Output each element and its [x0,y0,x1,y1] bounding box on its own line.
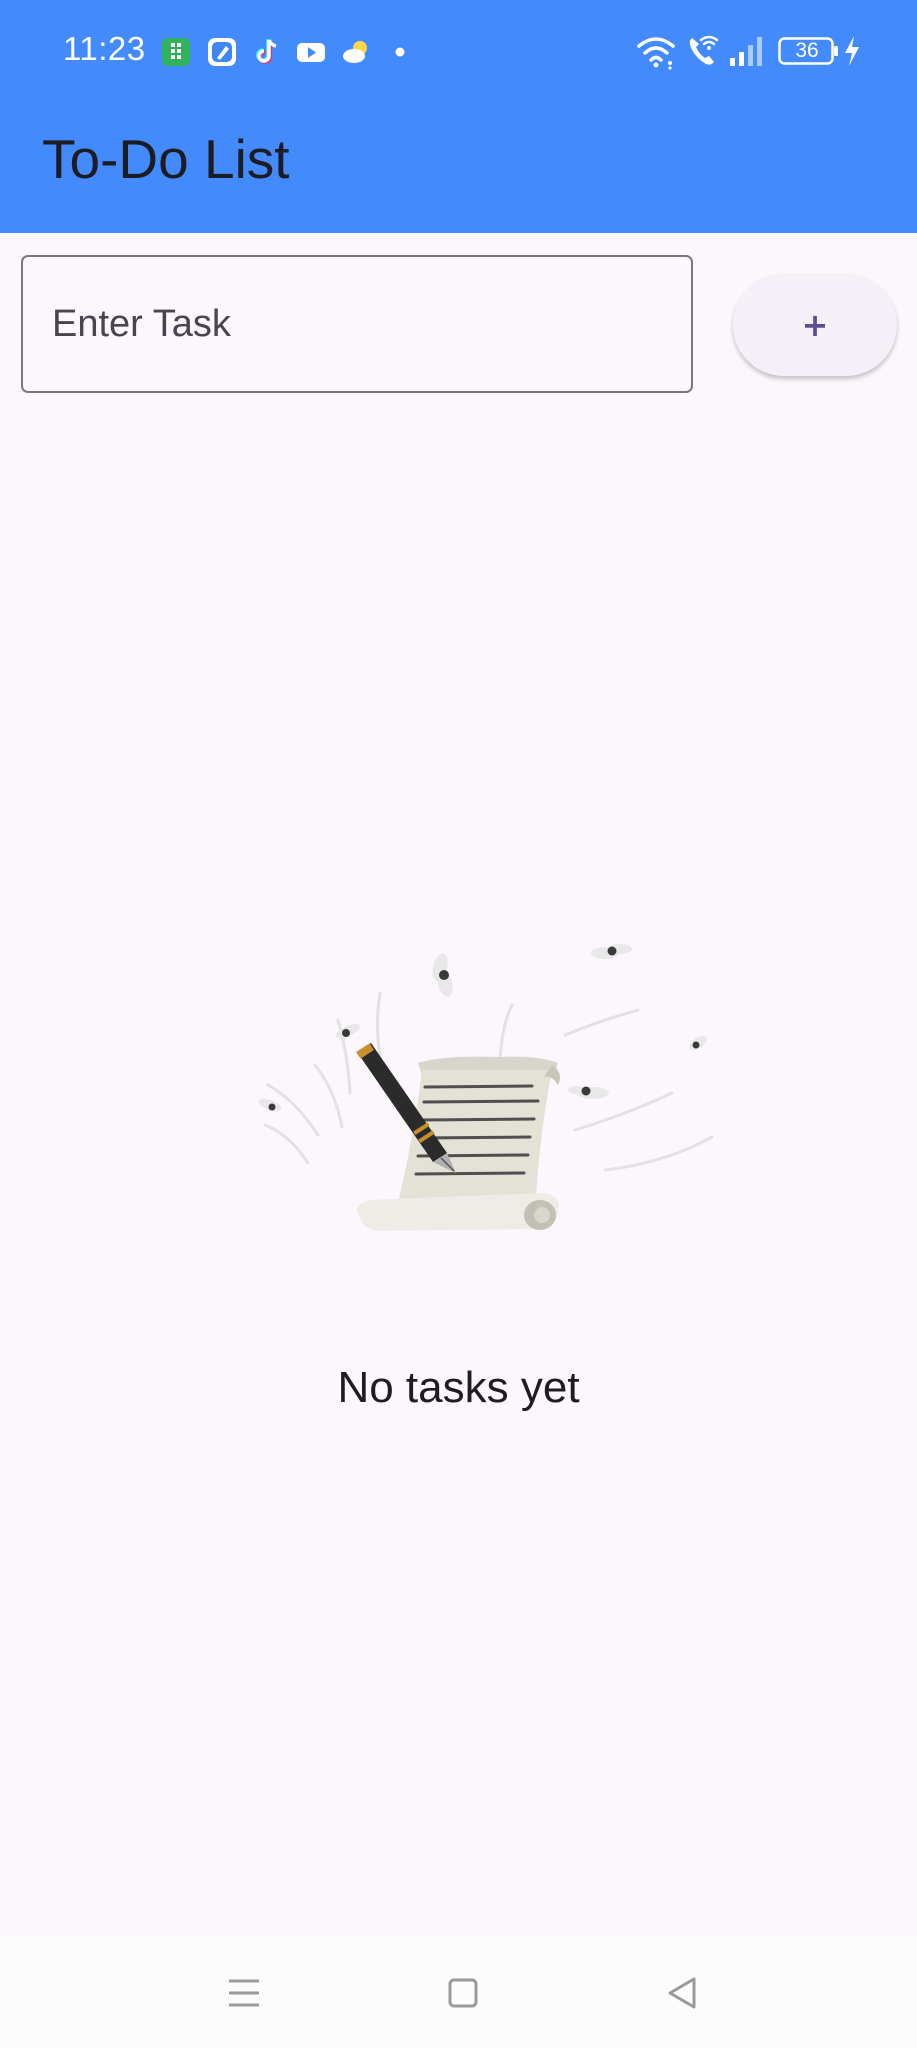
menu-icon[interactable] [224,1973,264,2013]
back-triangle-icon[interactable] [662,1973,702,2013]
wifi-icon [637,37,675,70]
notes-app-icon [208,38,236,66]
wifi-calling-icon [689,35,719,65]
battery-level-text: 36 [795,39,819,62]
fly-decoration [432,953,453,997]
empty-state-message: No tasks yet [337,1363,580,1412]
status-bar: 11:23 36 [0,0,917,106]
tiktok-icon [256,39,277,64]
charging-bolt-icon [845,36,859,66]
app-title: To-Do List [42,128,290,190]
home-square-icon[interactable] [443,1973,483,2013]
more-dot-icon [395,47,405,57]
youtube-icon [297,43,325,62]
add-task-button[interactable]: + [733,274,897,376]
status-time: 11:23 [63,30,146,67]
cellular-signal-icon [730,37,762,66]
task-input[interactable] [21,255,693,393]
calculator-app-icon [162,38,190,66]
weather-icon [343,41,367,63]
scroll-and-pen-illustration [258,944,714,1231]
